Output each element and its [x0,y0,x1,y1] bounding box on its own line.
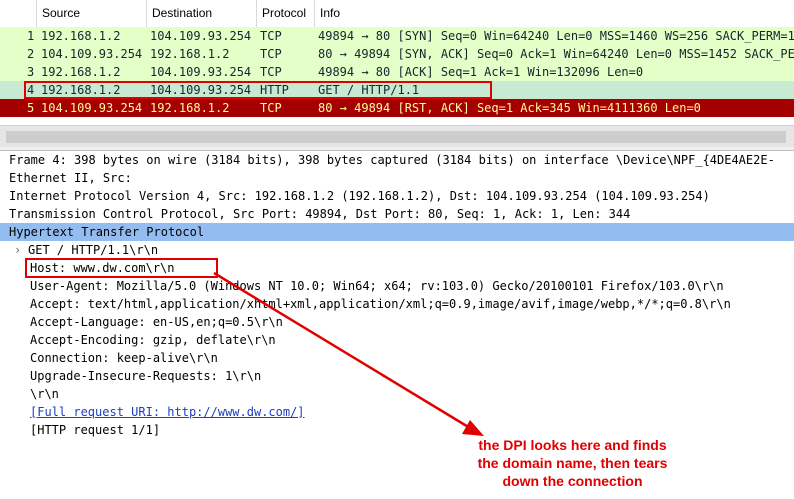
annotation-line-2: the domain name, then tears [477,455,668,471]
annotation-arrow-icon [213,271,484,436]
annotation-line-3: down the connection [502,473,643,489]
annotation-line-1: the DPI looks here and finds [478,437,667,453]
annotation-text: the DPI looks here and finds the domain … [440,436,705,490]
